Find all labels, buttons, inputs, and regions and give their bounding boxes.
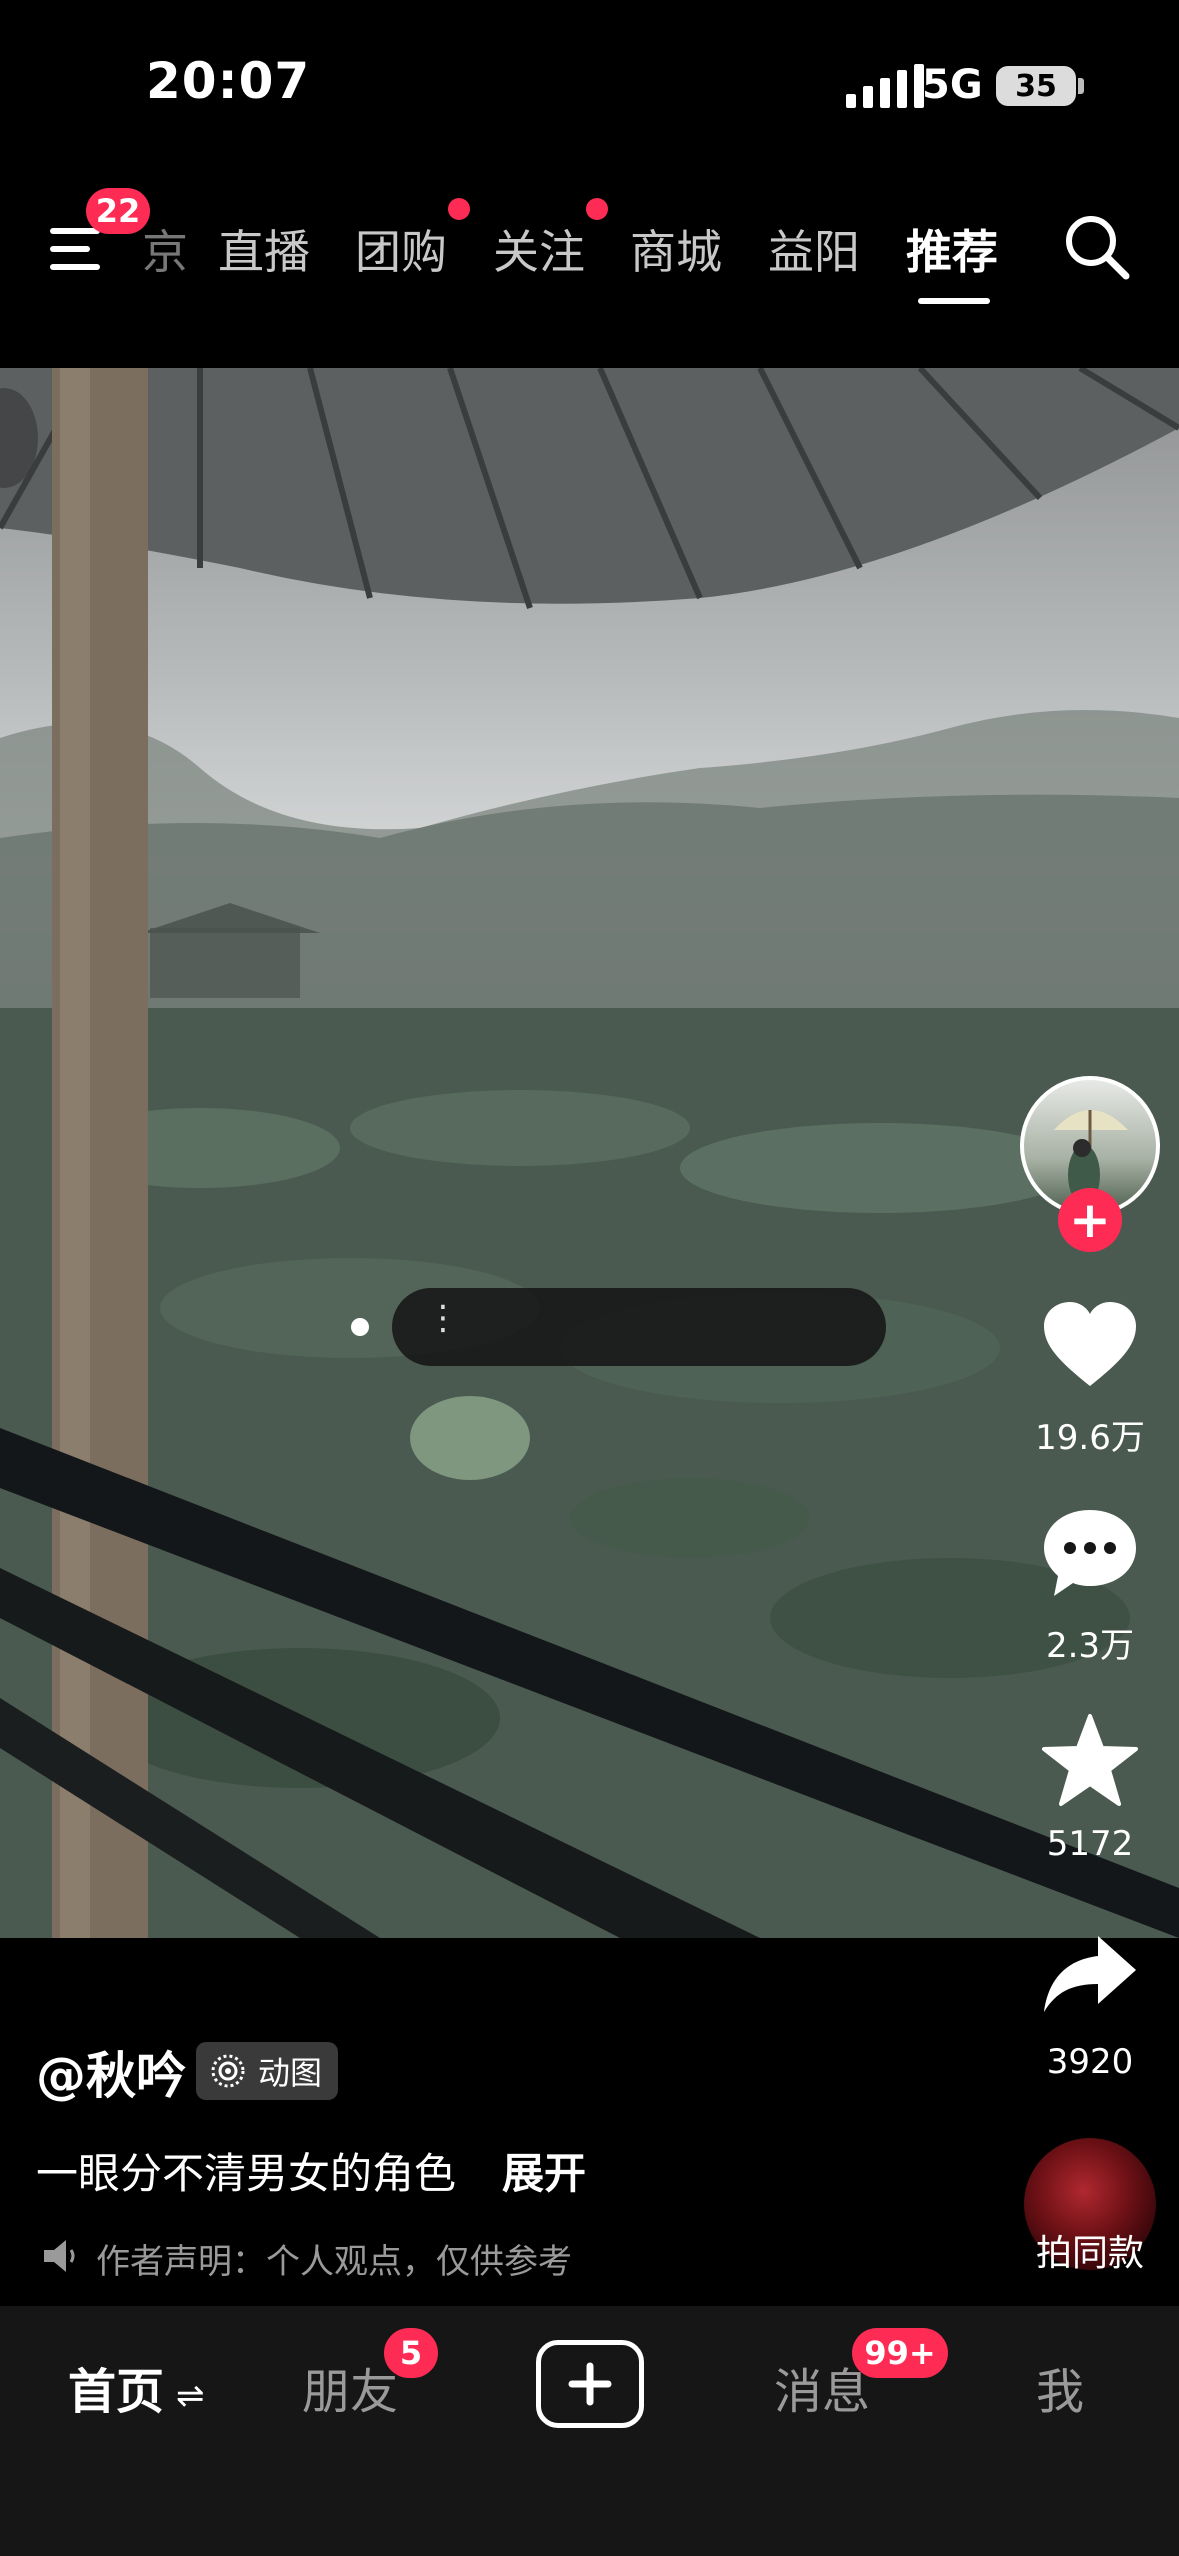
tab-mall[interactable]: 商城 [630, 216, 722, 282]
caption-dots: ⋮ [426, 1298, 460, 1338]
plus-icon [568, 2362, 612, 2406]
favorite-count: 5172 [1046, 1824, 1134, 1864]
video-frame [0, 368, 1179, 1938]
tab-live[interactable]: 直播 [218, 216, 310, 282]
search-icon[interactable] [1062, 212, 1132, 282]
post-description: 一眼分不清男女的角色 [36, 2149, 457, 2198]
tab-local[interactable]: 益阳 [768, 216, 860, 282]
network-type: 5G [922, 62, 983, 108]
carousel-indicator [351, 1318, 369, 1336]
comment-count: 2.3万 [1045, 1626, 1135, 1666]
battery-icon: 35 [996, 66, 1076, 106]
tab-home[interactable]: 首页 [68, 2352, 164, 2422]
comment-icon[interactable] [1040, 1506, 1140, 1602]
remix-label[interactable]: 拍同款 [1000, 2224, 1179, 2276]
gif-tag-label: 动图 [258, 2054, 323, 2092]
tab-clipped[interactable]: 京 [142, 216, 188, 282]
active-tab-indicator [918, 298, 990, 304]
speaker-icon [44, 2240, 75, 2272]
gif-tag: 动图 [196, 2042, 339, 2100]
tab-group-buy[interactable]: 团购 [355, 216, 447, 282]
tab-following-dot [586, 198, 608, 220]
status-time: 20:07 [146, 52, 311, 110]
expand-button[interactable]: 展开 [502, 2140, 586, 2201]
video-player[interactable]: ⋮ [0, 368, 1179, 1938]
messages-badge: 99+ [852, 2328, 948, 2378]
share-icon[interactable] [1040, 1930, 1140, 2020]
like-count: 19.6万 [1035, 1418, 1145, 1458]
star-icon[interactable] [1040, 1712, 1140, 1808]
friends-badge: 5 [384, 2328, 438, 2378]
share-count: 3920 [1046, 2042, 1134, 2082]
create-button[interactable] [536, 2340, 644, 2428]
author-disclaimer: 作者声明：个人观点，仅供参考 [96, 2242, 572, 2282]
bottom-tab-bar: 首页 ⇌ 朋友 5 消息 99+ 我 [0, 2306, 1179, 2556]
author-name[interactable]: @秋吟 [36, 2036, 186, 2108]
menu-icon[interactable] [50, 226, 106, 274]
status-bar: 20:07 5G 35 [0, 0, 1179, 170]
tab-recommend[interactable]: 推荐 [906, 216, 998, 282]
heart-icon[interactable] [1040, 1300, 1140, 1390]
caption-pill [392, 1288, 886, 1366]
refresh-icon[interactable]: ⇌ [176, 2376, 205, 2416]
tab-following[interactable]: 关注 [493, 216, 585, 282]
signal-icon [846, 64, 924, 108]
gif-tag-icon [211, 2054, 245, 2088]
battery-tip [1078, 78, 1084, 94]
tab-me[interactable]: 我 [1036, 2352, 1084, 2422]
battery-level: 35 [1015, 68, 1057, 104]
tab-group-buy-dot [448, 198, 470, 220]
tab-friends[interactable]: 朋友 [302, 2352, 398, 2422]
menu-badge: 22 [86, 188, 150, 234]
follow-button[interactable]: + [1058, 1188, 1122, 1252]
top-nav: 22 京 直播 团购 关注 商城 益阳 推荐 [0, 170, 1179, 370]
